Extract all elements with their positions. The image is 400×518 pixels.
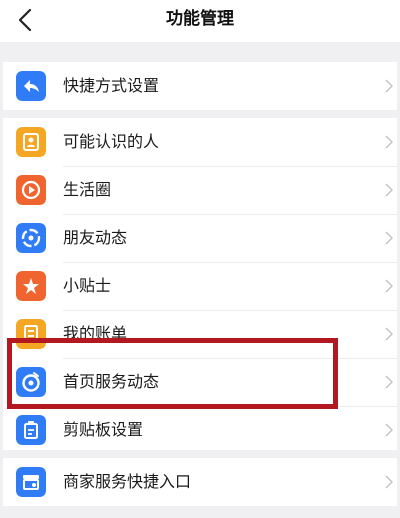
chevron-right-icon — [385, 79, 393, 93]
list-item-my-bill[interactable]: 我的账单 — [3, 310, 397, 358]
list-item-merchant-shortcut[interactable]: 商家服务快捷入口 — [3, 458, 397, 506]
list-item-label: 生活圈 — [63, 180, 112, 199]
list-item-friend-updates[interactable]: 朋友动态 — [3, 214, 397, 262]
nav-bar: 功能管理 — [0, 0, 400, 42]
list-item-label: 商家服务快捷入口 — [63, 472, 192, 491]
friends-ring-icon — [16, 223, 46, 253]
play-circle-icon — [16, 175, 46, 205]
clipboard-icon — [16, 415, 46, 445]
chevron-right-icon — [385, 327, 393, 341]
list-item-label: 小贴士 — [63, 276, 112, 295]
contact-card-icon — [16, 127, 46, 157]
list-item-tips[interactable]: 小贴士 — [3, 262, 397, 310]
chevron-right-icon — [385, 231, 393, 245]
group-shortcuts: 快捷方式设置 — [3, 62, 397, 110]
list-item-shortcut-settings[interactable]: 快捷方式设置 — [3, 62, 397, 110]
store-icon — [16, 467, 46, 497]
list-item-label: 我的账单 — [63, 324, 128, 343]
chevron-right-icon — [385, 183, 393, 197]
list-item-label: 朋友动态 — [63, 228, 128, 247]
eye-service-icon — [16, 367, 46, 397]
chevron-right-icon — [385, 475, 393, 489]
chevron-right-icon — [385, 279, 393, 293]
list-item-people-you-may-know[interactable]: 可能认识的人 — [3, 118, 397, 166]
chevron-right-icon — [385, 135, 393, 149]
star-tip-icon — [16, 271, 46, 301]
list-item-label: 可能认识的人 — [63, 132, 160, 151]
page-title: 功能管理 — [166, 9, 234, 29]
group-merchant: 商家服务快捷入口 — [3, 458, 397, 506]
chevron-right-icon — [385, 423, 393, 437]
group-features: 可能认识的人 生活圈 朋友动态 小贴士 我的账单 首页服务动态 剪贴板设置 — [3, 118, 397, 450]
reply-arrow-icon — [16, 71, 46, 101]
list-item-label: 剪贴板设置 — [63, 420, 144, 439]
list-item-label: 快捷方式设置 — [63, 76, 160, 95]
list-item-life-circle[interactable]: 生活圈 — [3, 166, 397, 214]
list-item-label: 首页服务动态 — [63, 372, 160, 391]
list-item-home-service-updates[interactable]: 首页服务动态 — [3, 358, 397, 406]
chevron-right-icon — [385, 375, 393, 389]
bill-icon — [16, 319, 46, 349]
list-item-clipboard-settings[interactable]: 剪贴板设置 — [3, 406, 397, 450]
